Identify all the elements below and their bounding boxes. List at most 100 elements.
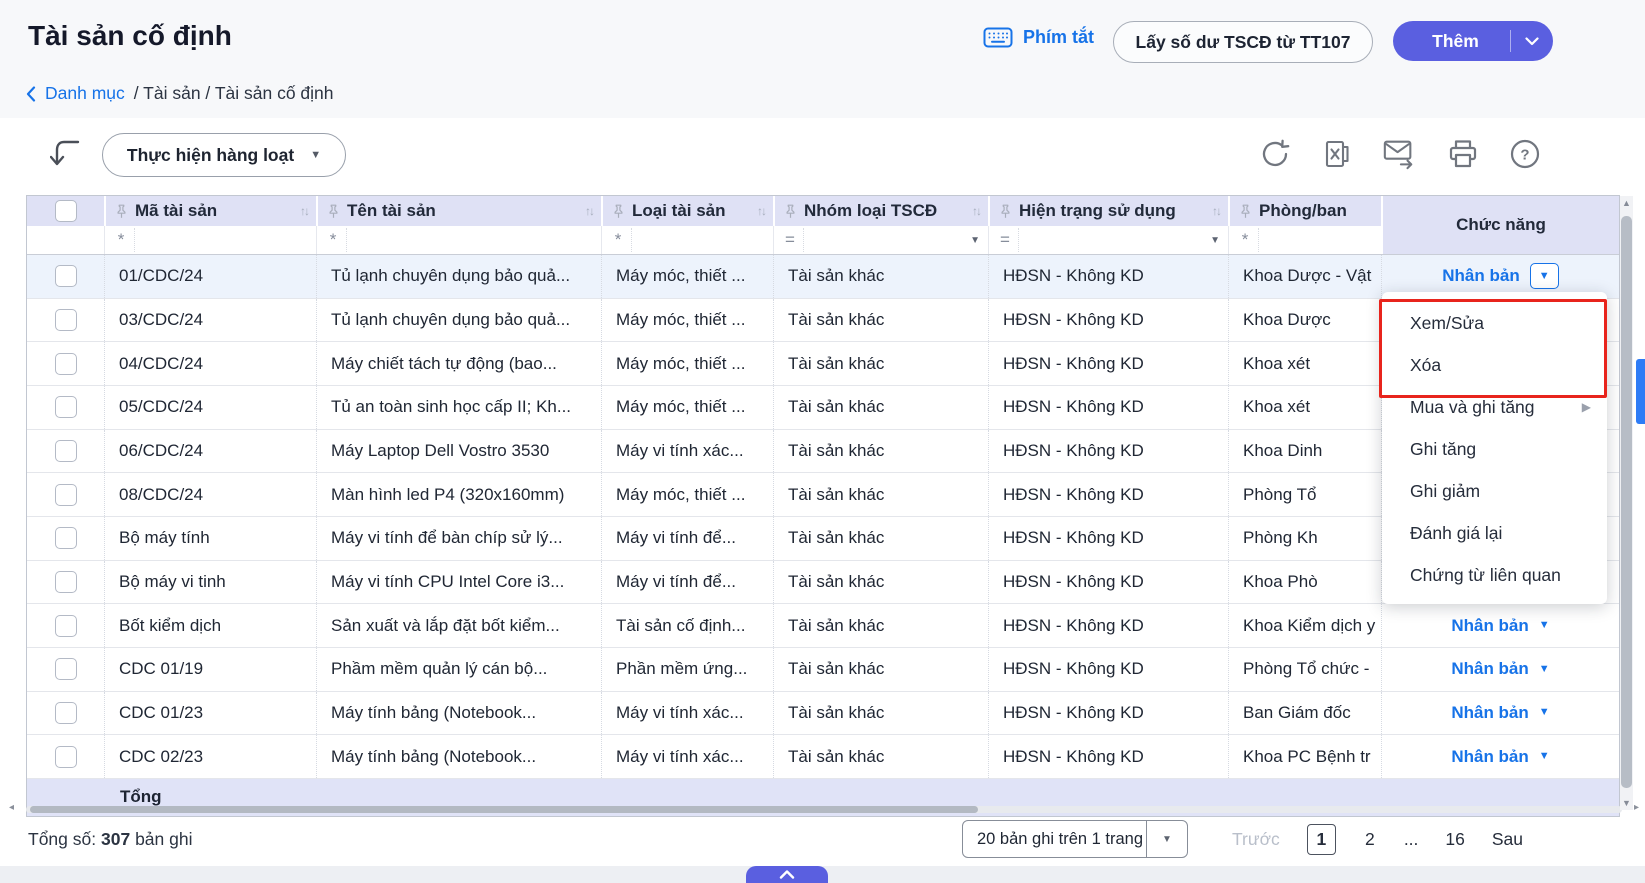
row-checkbox[interactable] [55, 702, 77, 724]
column-header-4[interactable]: Hiện trạng sử dụng↑↓ [988, 196, 1228, 226]
select-all-checkbox[interactable] [55, 200, 77, 222]
menu-item-2[interactable]: Mua và ghi tăng▶ [1382, 386, 1607, 428]
duplicate-button[interactable]: Nhân bản▼ [1381, 648, 1619, 691]
scroll-left-arrow-icon[interactable]: ◂ [9, 802, 14, 813]
row-checkbox[interactable] [55, 484, 77, 506]
row-checkbox[interactable] [55, 746, 77, 768]
row-checkbox-cell [27, 561, 104, 604]
excel-export-icon[interactable] [1320, 137, 1354, 171]
prev-page-button[interactable]: Trước [1232, 829, 1280, 850]
table-row: 06/CDC/24Máy Laptop Dell Vostro 3530Máy … [27, 430, 1619, 474]
row-checkbox-cell [27, 386, 104, 429]
table-row: Bốt kiểm dịchSản xuất và lắp đặt bốt kiể… [27, 604, 1619, 648]
chevron-down-icon[interactable] [1511, 37, 1553, 46]
docked-panel-tab[interactable] [1636, 359, 1645, 424]
chevron-down-icon[interactable]: ▼ [1539, 751, 1550, 762]
column-header-3[interactable]: Nhóm loại TSCĐ ↑↓ [773, 196, 988, 226]
row-checkbox[interactable] [55, 615, 77, 637]
row-checkbox[interactable] [55, 527, 77, 549]
add-button[interactable]: Thêm [1393, 21, 1553, 61]
help-icon[interactable]: ? [1508, 137, 1542, 171]
keyboard-icon [983, 27, 1013, 48]
page-ellipsis[interactable]: ... [1404, 829, 1419, 850]
filter-input[interactable] [1018, 228, 1205, 252]
duplicate-button[interactable]: Nhân bản▼ [1381, 735, 1619, 778]
column-header-0[interactable]: Mã tài sản ↑↓ [104, 196, 316, 226]
row-checkbox[interactable] [55, 440, 77, 462]
scroll-right-arrow-icon[interactable]: ▸ [1634, 802, 1639, 813]
pin-icon[interactable] [328, 204, 339, 219]
menu-item-4[interactable]: Ghi giảm [1382, 470, 1607, 512]
pin-icon[interactable] [613, 204, 624, 219]
table-row: CDC 01/19Phầm mềm quản lý cán bộ...Phần … [27, 648, 1619, 692]
column-header-5[interactable]: Phòng/ban [1228, 196, 1381, 226]
page-size-select[interactable]: 20 bản ghi trên 1 trang ▼ [962, 820, 1188, 858]
page-button-16[interactable]: 16 [1445, 829, 1464, 850]
print-icon[interactable] [1446, 137, 1480, 171]
scroll-up-arrow-icon[interactable]: ▲ [1622, 198, 1631, 208]
chevron-down-icon[interactable]: ▼ [1539, 707, 1550, 718]
filter-input[interactable] [134, 228, 311, 252]
breadcrumb-root-link[interactable]: Danh mục [45, 83, 125, 104]
shortcut-button[interactable]: Phím tắt [983, 27, 1094, 48]
chevron-down-icon[interactable]: ▼ [1539, 620, 1550, 631]
scroll-down-arrow-icon[interactable]: ▼ [1622, 798, 1631, 808]
filter-cell-empty [27, 226, 104, 254]
sort-arrows-icon[interactable]: ↑↓ [585, 204, 593, 218]
row-checkbox[interactable] [55, 353, 77, 375]
filter-input[interactable] [631, 228, 768, 252]
sort-arrows-icon[interactable]: ↑↓ [972, 204, 980, 218]
row-checkbox[interactable] [55, 571, 77, 593]
chevron-down-icon[interactable]: ▼ [1530, 263, 1559, 289]
row-checkbox[interactable] [55, 396, 77, 418]
row-checkbox[interactable] [55, 658, 77, 680]
menu-item-6[interactable]: Chứng từ liên quan [1382, 554, 1607, 596]
column-header-2[interactable]: Loại tài sản↑↓ [601, 196, 773, 226]
filter-input[interactable] [346, 228, 596, 252]
chevron-down-icon[interactable]: ▼ [1539, 664, 1550, 675]
usage-status-cell: HĐSN - Không KD [988, 386, 1228, 429]
duplicate-button[interactable]: Nhân bản▼ [1381, 692, 1619, 735]
asset-code-cell: 04/CDC/24 [104, 342, 316, 385]
filter-input[interactable] [1258, 228, 1376, 252]
filter-cell-1: * [316, 226, 601, 254]
pin-icon[interactable] [116, 204, 127, 219]
sort-arrows-icon[interactable]: ↑↓ [757, 204, 765, 218]
sort-arrows-icon[interactable]: ↑↓ [1212, 204, 1220, 218]
refresh-icon[interactable] [1258, 137, 1292, 171]
filter-input[interactable] [803, 228, 965, 252]
row-checkbox[interactable] [55, 309, 77, 331]
chevron-left-icon[interactable] [26, 86, 36, 102]
send-email-icon[interactable] [1382, 137, 1416, 171]
menu-item-0[interactable]: Xem/Sửa [1382, 302, 1607, 344]
chevron-down-icon[interactable]: ▼ [1147, 821, 1187, 857]
chevron-down-icon[interactable]: ▼ [970, 235, 983, 246]
bulk-actions-button[interactable]: Thực hiện hàng loạt ▼ [102, 133, 346, 177]
next-page-button[interactable]: Sau [1492, 829, 1523, 850]
pin-icon[interactable] [785, 204, 796, 219]
horizontal-scrollbar-thumb[interactable] [30, 806, 978, 813]
page-button-2[interactable]: 2 [1363, 829, 1377, 850]
menu-item-5[interactable]: Đánh giá lại [1382, 512, 1607, 554]
shortcut-label: Phím tắt [1023, 27, 1094, 48]
collapse-panel-tab[interactable] [746, 866, 828, 883]
chevron-down-icon[interactable]: ▼ [1210, 235, 1223, 246]
get-tscd-balance-button[interactable]: Lấy số dư TSCĐ từ TT107 [1113, 21, 1373, 63]
page-button-1[interactable]: 1 [1307, 824, 1336, 855]
menu-item-label: Chứng từ liên quan [1410, 565, 1561, 586]
duplicate-button[interactable]: Nhân bản▼ [1381, 604, 1619, 647]
vertical-scrollbar-thumb[interactable] [1621, 216, 1632, 788]
column-header-1[interactable]: Tên tài sản↑↓ [316, 196, 601, 226]
column-header-label: Nhóm loại TSCĐ [804, 201, 965, 221]
pin-icon[interactable] [1240, 204, 1251, 219]
menu-item-3[interactable]: Ghi tăng [1382, 428, 1607, 470]
menu-item-1[interactable]: Xóa [1382, 344, 1607, 386]
curved-down-arrow-icon[interactable] [50, 136, 82, 170]
column-header-label: Mã tài sản [135, 201, 293, 221]
page-size-value: 20 bản ghi trên 1 trang [963, 821, 1146, 857]
pin-icon[interactable] [1000, 204, 1011, 219]
row-checkbox-cell [27, 473, 104, 516]
row-checkbox[interactable] [55, 265, 77, 287]
asset-type-cell: Tài sản cố định... [601, 604, 773, 647]
sort-arrows-icon[interactable]: ↑↓ [300, 204, 308, 218]
